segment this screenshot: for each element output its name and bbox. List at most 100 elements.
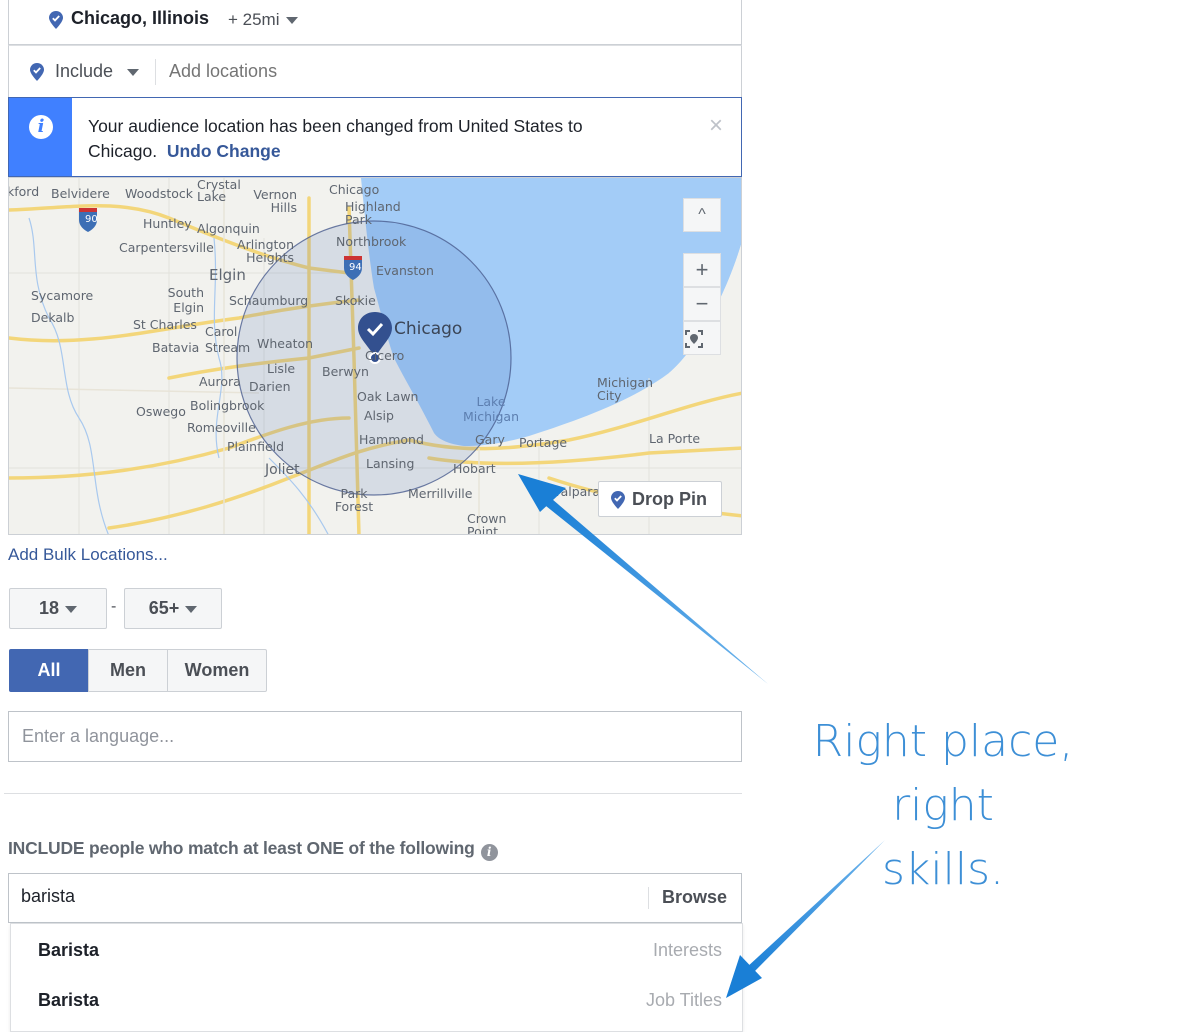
annotation-line-2: skills.: [882, 844, 1004, 895]
city-label: Arlington Heights: [237, 237, 294, 265]
suggestion-name: Barista: [38, 990, 100, 1010]
city-label: Dekalb: [31, 310, 75, 325]
city-label: Evanston: [376, 263, 434, 278]
zoom-in-button[interactable]: +: [683, 253, 721, 287]
city-label: La Porte: [649, 431, 701, 446]
suggestion-item[interactable]: Barista Interests: [11, 925, 742, 975]
city-label: Darien: [249, 379, 291, 394]
city-label: Michigan City: [597, 375, 654, 403]
city-label: Hobart: [453, 461, 496, 476]
city-label: Highland Park: [345, 199, 401, 227]
heading-text: INCLUDE people who match at least ONE of…: [8, 838, 475, 858]
city-label: Woodstock: [125, 186, 194, 201]
targeting-search-input[interactable]: [21, 886, 621, 907]
city-label: Berwyn: [322, 364, 369, 379]
include-mode-label: Include: [55, 61, 114, 81]
suggestions-dropdown: Barista Interests Barista Job Titles: [10, 923, 743, 1032]
notice-text: Your audience location has been changed …: [88, 116, 583, 161]
city-label: Alsip: [364, 408, 394, 423]
chevron-down-icon: [285, 17, 298, 25]
add-locations-input[interactable]: [169, 61, 569, 82]
age-separator: -: [111, 598, 117, 615]
city-label: Romeoville: [187, 420, 256, 435]
city-label: kford: [8, 184, 40, 199]
recenter-button[interactable]: [683, 321, 721, 355]
selected-location-name: Chicago, Illinois: [71, 8, 210, 28]
detailed-targeting-heading: INCLUDE people who match at least ONE of…: [8, 838, 498, 861]
selected-location-row: Chicago, Illinois + 25mi: [8, 0, 742, 45]
location-pin-icon: [49, 11, 63, 29]
age-max-dropdown[interactable]: 65+: [124, 588, 222, 629]
chevron-up-icon: ^: [698, 206, 706, 223]
separator: [648, 887, 649, 909]
info-icon: i: [29, 115, 53, 139]
city-label: Vernon Hills: [253, 187, 297, 215]
close-icon[interactable]: ×: [709, 114, 723, 138]
chevron-down-icon: [65, 605, 78, 613]
add-location-row: Include: [8, 45, 742, 98]
city-label: Chicago: [329, 182, 380, 197]
language-input[interactable]: [8, 711, 742, 762]
city-label: Oak Lawn: [357, 389, 419, 404]
annotation-line-1: Right place, right: [812, 716, 1074, 831]
radius-dropdown[interactable]: + 25mi: [228, 10, 298, 30]
city-label: Belvidere: [51, 186, 110, 201]
location-pin-icon: [611, 491, 625, 509]
age-min-dropdown[interactable]: 18: [9, 588, 107, 629]
city-label: Oswego: [136, 404, 186, 419]
location-changed-notice: i Your audience location has been change…: [8, 97, 742, 177]
drop-pin-label: Drop Pin: [632, 489, 707, 509]
suggestion-type: Interests: [652, 940, 722, 960]
city-label: St Charles: [133, 317, 197, 332]
minus-icon: −: [695, 291, 709, 316]
city-label: Algonquin: [197, 221, 260, 236]
suggestion-type: Job Titles: [645, 990, 722, 1010]
city-label: Sycamore: [31, 288, 94, 303]
chevron-down-icon: [185, 605, 198, 613]
city-label: Huntley: [143, 216, 192, 231]
city-label: Wheaton: [257, 336, 314, 351]
city-label: Plainfield: [227, 439, 285, 454]
city-label: Merrillville: [408, 486, 473, 501]
section-divider: [4, 793, 742, 794]
pin-city-label: Chicago: [394, 319, 463, 339]
collapse-map-button[interactable]: ^: [683, 198, 721, 232]
city-label: Park Forest: [334, 486, 374, 514]
city-label: Northbrook: [336, 234, 407, 249]
city-label: Elgin: [209, 266, 246, 284]
city-label: Cicero: [365, 348, 405, 363]
location-map[interactable]: 90 94 kford Belvidere Woodstock Crystal …: [8, 177, 742, 535]
suggestion-item[interactable]: Barista Job Titles: [11, 975, 742, 1025]
city-label: Hammond: [359, 432, 424, 447]
gender-women-button[interactable]: Women: [167, 649, 267, 692]
shield-90-label: 90: [85, 214, 98, 225]
zoom-out-button[interactable]: −: [683, 287, 721, 321]
age-max-value: 65+: [148, 598, 180, 618]
gender-men-button[interactable]: Men: [88, 649, 168, 692]
city-label: Lisle: [267, 361, 296, 376]
city-label: Gary: [475, 432, 505, 447]
info-icon[interactable]: i: [480, 844, 498, 861]
city-label: Carpentersville: [119, 240, 214, 255]
suggestion-name: Barista: [38, 940, 100, 960]
city-label: Carol Stream: [205, 324, 251, 355]
city-label: Skokie: [335, 293, 376, 308]
browse-button[interactable]: Browse: [662, 887, 727, 908]
city-label: Crystal Lake: [197, 177, 241, 204]
drop-pin-button[interactable]: Drop Pin: [598, 481, 722, 517]
city-label: Portage: [519, 435, 568, 450]
city-label: Lansing: [366, 456, 415, 471]
city-label: Bolingbrook: [190, 398, 265, 413]
city-label: Aurora: [199, 374, 241, 389]
city-label: Schaumburg: [229, 293, 309, 308]
add-bulk-locations-link[interactable]: Add Bulk Locations...: [8, 545, 168, 565]
radius-value: + 25mi: [228, 10, 280, 29]
gender-all-button[interactable]: All: [9, 649, 89, 692]
annotation-callout: Right place, right skills.: [756, 710, 1130, 902]
chevron-down-icon: [127, 68, 140, 76]
shield-94-label: 94: [349, 262, 362, 273]
notice-message: Your audience location has been changed …: [88, 114, 648, 164]
undo-change-link[interactable]: Undo Change: [167, 141, 281, 161]
include-exclude-dropdown[interactable]: Include: [55, 61, 140, 82]
city-label: Crown Point: [467, 511, 507, 535]
